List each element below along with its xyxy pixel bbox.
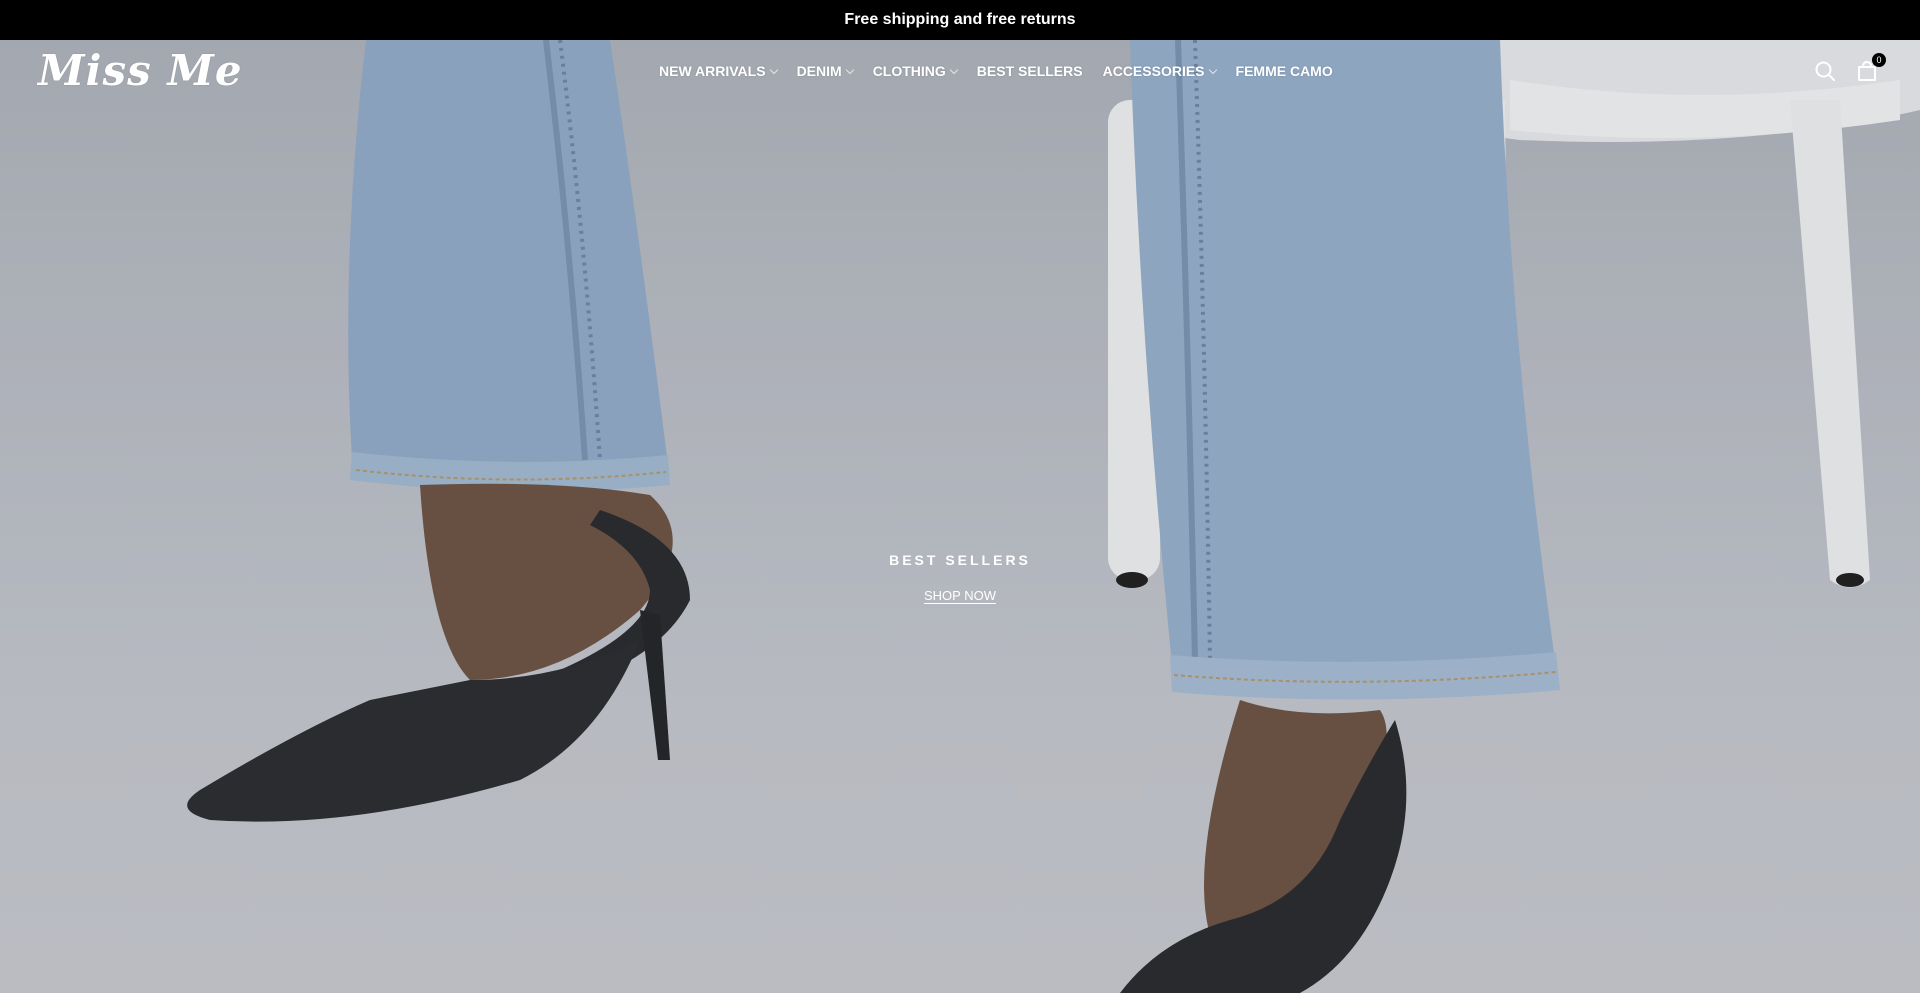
nav-accessories[interactable]: ACCESSORIES — [1102, 63, 1217, 79]
nav-label: DENIM — [796, 63, 842, 79]
hero-image — [0, 40, 1920, 993]
nav-clothing[interactable]: CLOTHING — [872, 63, 959, 79]
nav-femme-camo[interactable]: FEMME CAMO — [1236, 63, 1333, 79]
hero-title: BEST SELLERS — [889, 552, 1031, 568]
nav-label: CLOTHING — [872, 63, 946, 79]
brand-logo[interactable]: Miss Me — [38, 46, 243, 95]
site-header: Miss Me NEW ARRIVALS DENIM CLOTHING BEST… — [0, 40, 1920, 102]
cart-count-badge: 0 — [1872, 53, 1886, 67]
chevron-down-icon — [949, 65, 959, 74]
announcement-text: Free shipping and free returns — [844, 11, 1076, 28]
chevron-down-icon — [769, 65, 778, 74]
search-icon[interactable] — [1814, 60, 1836, 82]
hero-cta: BEST SELLERS SHOP NOW — [0, 552, 1920, 605]
header-icons: 0 — [1814, 40, 1886, 102]
chevron-down-icon — [845, 65, 854, 74]
shopping-bag-icon[interactable]: 0 — [1856, 53, 1886, 82]
announcement-bar: Free shipping and free returns — [0, 0, 1920, 40]
shop-now-link[interactable]: SHOP NOW — [924, 588, 996, 603]
nav-label: NEW ARRIVALS — [659, 63, 766, 79]
nav-label: FEMME CAMO — [1235, 63, 1333, 79]
nav-new-arrivals[interactable]: NEW ARRIVALS — [659, 63, 778, 79]
nav-label: BEST SELLERS — [976, 63, 1083, 79]
main-nav: NEW ARRIVALS DENIM CLOTHING BEST SELLERS… — [659, 40, 1353, 102]
nav-denim[interactable]: DENIM — [796, 63, 854, 79]
hero-banner[interactable] — [0, 40, 1920, 993]
chevron-down-icon — [1208, 65, 1217, 74]
nav-label: ACCESSORIES — [1102, 63, 1205, 79]
nav-best-sellers[interactable]: BEST SELLERS — [977, 63, 1083, 79]
